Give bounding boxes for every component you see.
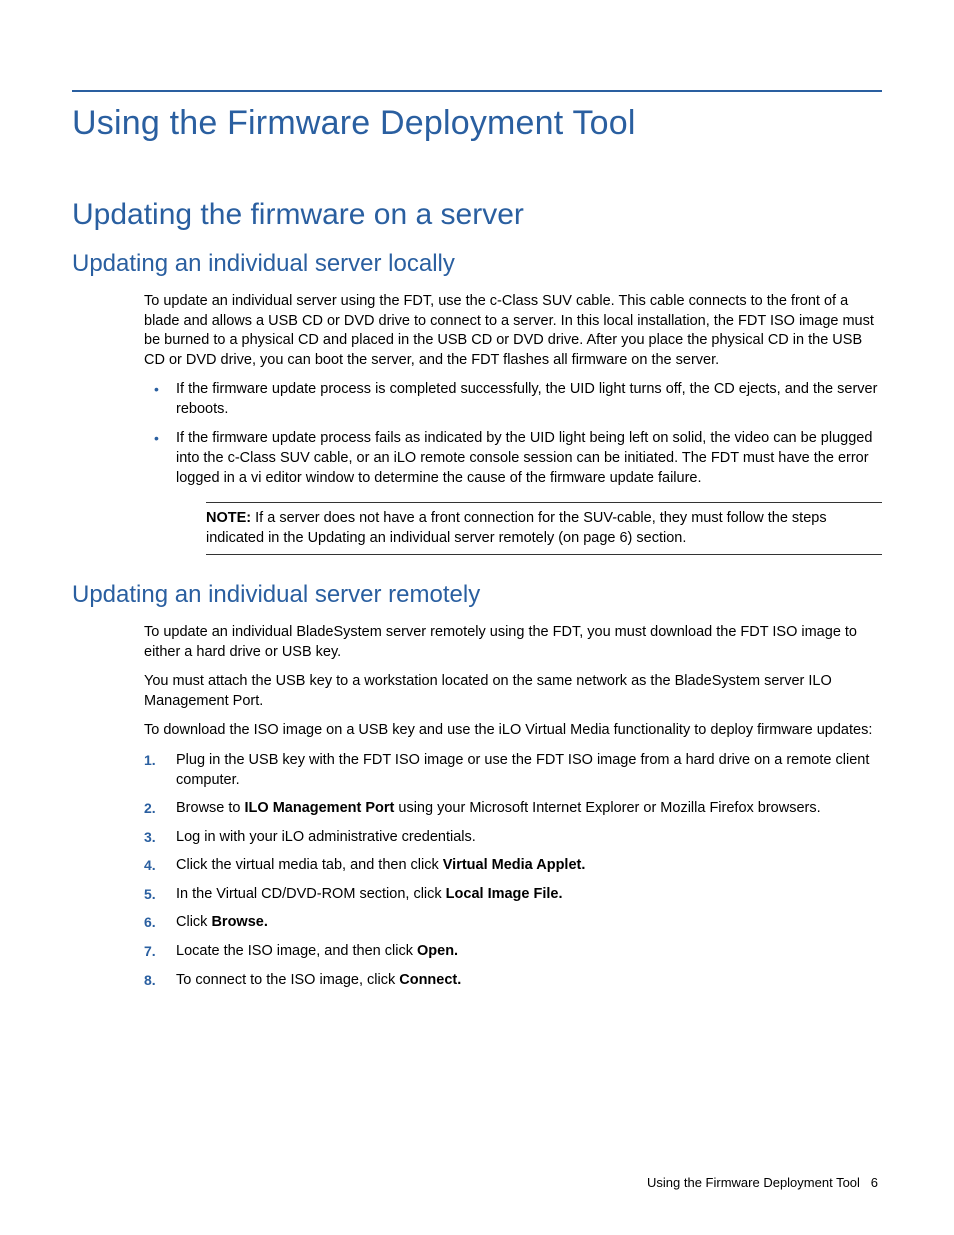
paragraph: To update an individual server using the…: [144, 292, 882, 370]
note-box: NOTE: If a server does not have a front …: [206, 502, 882, 555]
numbered-steps: Plug in the USB key with the FDT ISO ima…: [144, 751, 882, 990]
list-item: Plug in the USB key with the FDT ISO ima…: [144, 751, 882, 790]
paragraph: To download the ISO image on a USB key a…: [144, 721, 882, 741]
subsection-heading-remotely: Updating an individual server remotely: [72, 581, 882, 609]
note-label: NOTE:: [206, 510, 251, 526]
note-body: If a server does not have a front connec…: [206, 510, 827, 546]
list-item: Log in with your iLO administrative cred…: [144, 828, 882, 848]
list-item: Click Browse.: [144, 913, 882, 933]
section-heading: Updating the firmware on a server: [72, 198, 882, 232]
page-footer: Using the Firmware Deployment Tool 6: [647, 1175, 878, 1190]
list-item: To connect to the ISO image, click Conne…: [144, 971, 882, 991]
bullet-list: If the firmware update process is comple…: [144, 380, 882, 488]
list-item: In the Virtual CD/DVD-ROM section, click…: [144, 885, 882, 905]
footer-page-number: 6: [871, 1175, 878, 1190]
paragraph: You must attach the USB key to a worksta…: [144, 672, 882, 711]
section-body-locally: To update an individual server using the…: [144, 292, 882, 555]
list-item: If the firmware update process fails as …: [144, 429, 882, 488]
top-rule: [72, 90, 882, 92]
footer-text: Using the Firmware Deployment Tool: [647, 1175, 860, 1190]
list-item: Browse to ILO Management Port using your…: [144, 799, 882, 819]
list-item: Click the virtual media tab, and then cl…: [144, 856, 882, 876]
page-title: Using the Firmware Deployment Tool: [72, 104, 882, 143]
list-item: If the firmware update process is comple…: [144, 380, 882, 419]
section-body-remotely: To update an individual BladeSystem serv…: [144, 623, 882, 990]
paragraph: To update an individual BladeSystem serv…: [144, 623, 882, 662]
subsection-heading-locally: Updating an individual server locally: [72, 250, 882, 278]
list-item: Locate the ISO image, and then click Ope…: [144, 942, 882, 962]
